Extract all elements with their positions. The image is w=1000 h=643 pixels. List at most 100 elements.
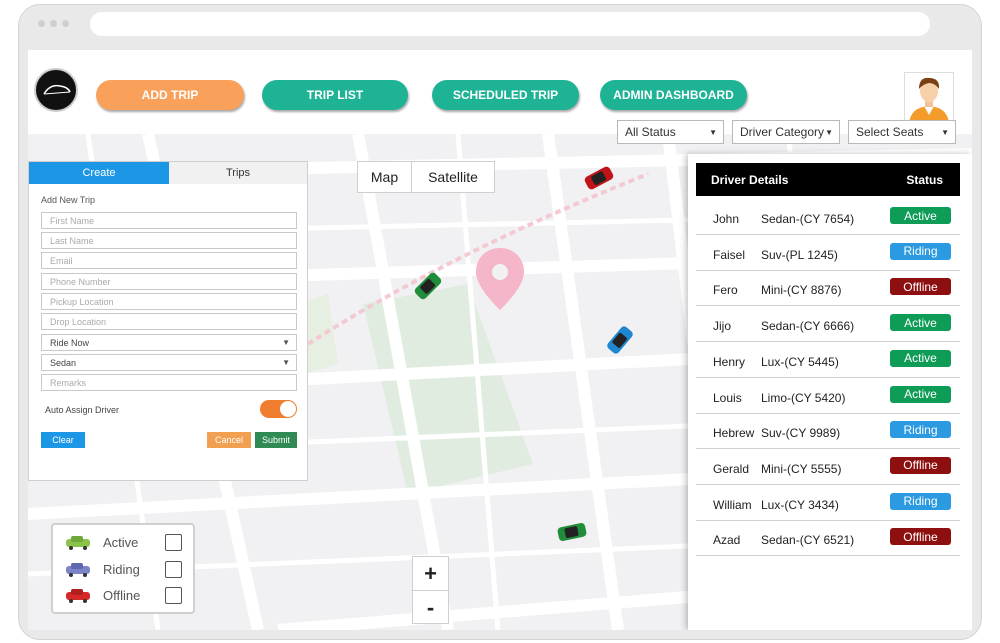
add-trip-button[interactable]: ADD TRIP	[96, 80, 244, 110]
legend-riding-label: Riding	[103, 561, 140, 577]
map-type-toggle: Map Satellite	[357, 161, 495, 193]
zoom-control: + -	[412, 556, 449, 624]
ride-type-value: Ride Now	[50, 337, 90, 348]
status-badge: Offline	[890, 528, 951, 546]
driver-name: William	[713, 497, 752, 512]
driver-row[interactable]: Gerald Mini-(CY 5555) Offline	[696, 450, 960, 485]
vehicle-type-value: Sedan	[50, 357, 77, 368]
driver-category-value: Driver Category	[740, 125, 825, 139]
legend-riding-checkbox[interactable]	[165, 560, 182, 578]
status-badge: Active	[890, 207, 951, 224]
driver-vehicle: Lux-(CY 3434)	[761, 497, 839, 512]
header-driver-details: Driver Details	[711, 173, 789, 187]
driver-name: John	[713, 212, 740, 226]
driver-name: Henry	[713, 354, 746, 369]
remarks-field[interactable]: Remarks	[41, 374, 297, 391]
seats-select[interactable]: Select Seats ▼	[848, 120, 956, 144]
driver-name: Hebrew	[713, 426, 755, 441]
driver-details-panel: Driver Details Status John Sedan-(CY 7654…	[688, 154, 972, 630]
driver-row[interactable]: Azad Sedan-(CY 6521) Offline	[696, 521, 960, 557]
driver-vehicle: Suv-(PL 1245)	[761, 247, 838, 262]
form-title: Add New Trip	[41, 195, 96, 205]
chevron-down-icon: ▼	[709, 128, 717, 137]
driver-name: Fero	[713, 283, 738, 298]
map-toggle-button[interactable]: Map	[358, 162, 412, 192]
app-screen: ADD TRIP TRIP LIST SCHEDULED TRIP ADMIN …	[28, 50, 972, 630]
brand-logo[interactable]	[34, 68, 78, 112]
legend-offline-checkbox[interactable]	[165, 586, 182, 604]
window-dots	[38, 20, 69, 27]
driver-row[interactable]: John Sedan-(CY 7654) Active	[696, 200, 960, 235]
ride-type-select[interactable]: Ride Now ▼	[41, 334, 297, 351]
car-active-icon	[66, 536, 90, 550]
status-badge: Riding	[890, 421, 951, 439]
zoom-out-button[interactable]: -	[413, 591, 448, 624]
status-filter-value: All Status	[625, 125, 676, 139]
car-riding-red-icon[interactable]	[581, 166, 617, 190]
email-field[interactable]: Email	[41, 252, 297, 269]
status-filter-select[interactable]: All Status ▼	[617, 120, 724, 144]
auto-assign-toggle[interactable]	[260, 400, 297, 418]
submit-button[interactable]: Submit	[255, 432, 297, 448]
driver-row[interactable]: Hebrew Suv-(CY 9989) Riding	[696, 414, 960, 450]
chevron-down-icon: ▼	[282, 338, 290, 347]
driver-row[interactable]: Henry Lux-(CY 5445) Active	[696, 343, 960, 378]
driver-vehicle: Limo-(CY 5420)	[761, 390, 846, 405]
zoom-in-button[interactable]: +	[413, 557, 448, 591]
driver-vehicle: Mini-(CY 8876)	[761, 283, 842, 298]
driver-category-select[interactable]: Driver Category ▼	[732, 120, 840, 144]
phone-field[interactable]: Phone Number	[41, 273, 297, 290]
driver-row[interactable]: Fero Mini-(CY 8876) Offline	[696, 271, 960, 307]
cancel-button[interactable]: Cancel	[207, 432, 251, 448]
driver-row[interactable]: Louis Limo-(CY 5420) Active	[696, 379, 960, 414]
car-active-green-icon[interactable]	[554, 520, 590, 544]
logo-car-icon	[43, 84, 71, 95]
tab-trips[interactable]: Trips	[169, 162, 307, 184]
car-riding-blue-icon[interactable]	[604, 325, 636, 355]
scheduled-trip-button[interactable]: SCHEDULED TRIP	[432, 80, 579, 110]
driver-name: Louis	[713, 390, 742, 405]
status-badge: Riding	[890, 242, 951, 260]
car-active-green-icon[interactable]	[411, 271, 445, 301]
car-riding-icon	[66, 563, 90, 577]
driver-vehicle: Lux-(CY 5445)	[761, 354, 839, 369]
legend-active-label: Active	[103, 534, 139, 550]
user-avatar[interactable]	[904, 72, 954, 124]
user-avatar-icon	[909, 77, 949, 123]
driver-vehicle: Suv-(CY 9989)	[761, 426, 841, 441]
add-trip-panel: Create Trips Add New Trip First Name Las…	[28, 161, 308, 481]
address-bar[interactable]	[90, 12, 930, 36]
status-badge: Offline	[890, 456, 951, 474]
clear-button[interactable]: Clear	[41, 432, 85, 448]
driver-name: Jijo	[713, 319, 732, 334]
admin-dashboard-button[interactable]: ADMIN DASHBOARD	[600, 80, 747, 110]
pickup-location-field[interactable]: Pickup Location	[41, 293, 297, 310]
driver-row[interactable]: William Lux-(CY 3434) Riding	[696, 486, 960, 521]
driver-table-header: Driver Details Status	[696, 163, 960, 196]
driver-name: Gerald	[713, 461, 750, 476]
tab-create[interactable]: Create	[29, 162, 169, 184]
seats-value: Select Seats	[856, 125, 924, 139]
driver-row[interactable]: Faisel Suv-(PL 1245) Riding	[696, 236, 960, 271]
driver-vehicle: Sedan-(CY 7654)	[761, 212, 855, 226]
vehicle-type-select[interactable]: Sedan ▼	[41, 354, 297, 371]
satellite-toggle-button[interactable]: Satellite	[412, 162, 494, 192]
car-offline-icon	[66, 589, 90, 603]
status-badge: Offline	[890, 278, 951, 296]
chevron-down-icon: ▼	[282, 358, 290, 367]
driver-vehicle: Mini-(CY 5555)	[761, 461, 842, 476]
header-status: Status	[906, 173, 943, 187]
last-name-field[interactable]: Last Name	[41, 232, 297, 249]
driver-name: Faisel	[713, 247, 746, 262]
legend-active-checkbox[interactable]	[165, 533, 182, 551]
driver-vehicle: Sedan-(CY 6666)	[761, 319, 855, 334]
legend-offline-label: Offline	[103, 587, 141, 603]
status-badge: Active	[890, 349, 951, 367]
drop-location-field[interactable]: Drop Location	[41, 313, 297, 330]
driver-row[interactable]: Jijo Sedan-(CY 6666) Active	[696, 307, 960, 343]
auto-assign-label: Auto Assign Driver	[45, 405, 120, 415]
trip-list-button[interactable]: TRIP LIST	[262, 80, 408, 110]
status-badge: Active	[890, 314, 951, 332]
first-name-field[interactable]: First Name	[41, 212, 297, 229]
driver-vehicle: Sedan-(CY 6521)	[761, 533, 855, 548]
